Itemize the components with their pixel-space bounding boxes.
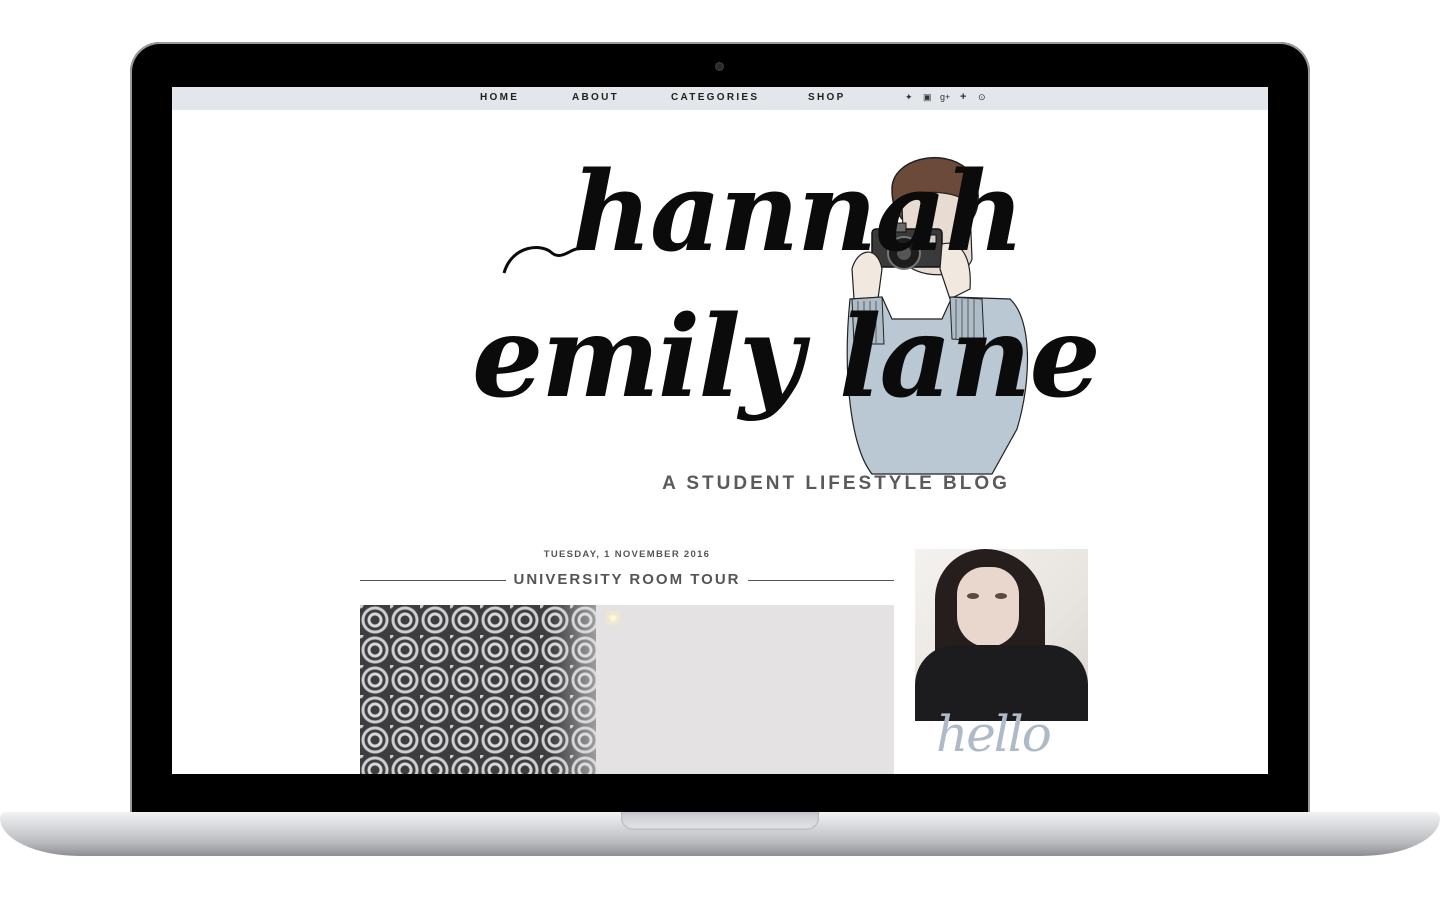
- profile-eye-right: [995, 593, 1007, 599]
- profile-face: [957, 567, 1019, 647]
- fairy-light: [610, 615, 616, 621]
- blog-tagline: A STUDENT LIFESTYLE BLOG: [662, 473, 1010, 494]
- google-plus-icon[interactable]: g+: [940, 87, 950, 110]
- post-title[interactable]: UNIVERSITY ROOM TOUR: [360, 571, 894, 588]
- profile-eye-left: [967, 593, 979, 599]
- post-featured-image[interactable]: [360, 605, 894, 774]
- pinterest-icon[interactable]: ⊙: [978, 87, 986, 110]
- post-title-row: UNIVERSITY ROOM TOUR: [360, 571, 894, 591]
- profile-photo: [915, 549, 1088, 721]
- instagram-icon[interactable]: ▣: [923, 87, 932, 110]
- nav-shop[interactable]: SHOP: [808, 87, 846, 110]
- bloglovin-icon[interactable]: +: [960, 87, 966, 110]
- nav-about[interactable]: ABOUT: [572, 87, 619, 110]
- webcam: [715, 62, 724, 71]
- screen: HOME ABOUT CATEGORIES SHOP ✦ ▣ g+ + ⊙ ha…: [172, 87, 1268, 774]
- twitter-icon[interactable]: ✦: [905, 87, 913, 110]
- logo-swash: [502, 246, 581, 274]
- top-navigation: HOME ABOUT CATEGORIES SHOP ✦ ▣ g+ + ⊙: [172, 87, 1268, 110]
- post-date: TUESDAY, 1 NOVEMBER 2016: [543, 549, 711, 560]
- nav-categories[interactable]: CATEGORIES: [671, 87, 759, 110]
- image-fade: [550, 605, 630, 774]
- sidebar-greeting: hello: [936, 705, 1052, 763]
- logo-text-emily-lane: emily lane: [472, 292, 1101, 423]
- nav-home[interactable]: HOME: [480, 87, 519, 110]
- logo-text-hannah: hannah: [572, 147, 1024, 276]
- laptop-hinge-notch: [621, 812, 819, 830]
